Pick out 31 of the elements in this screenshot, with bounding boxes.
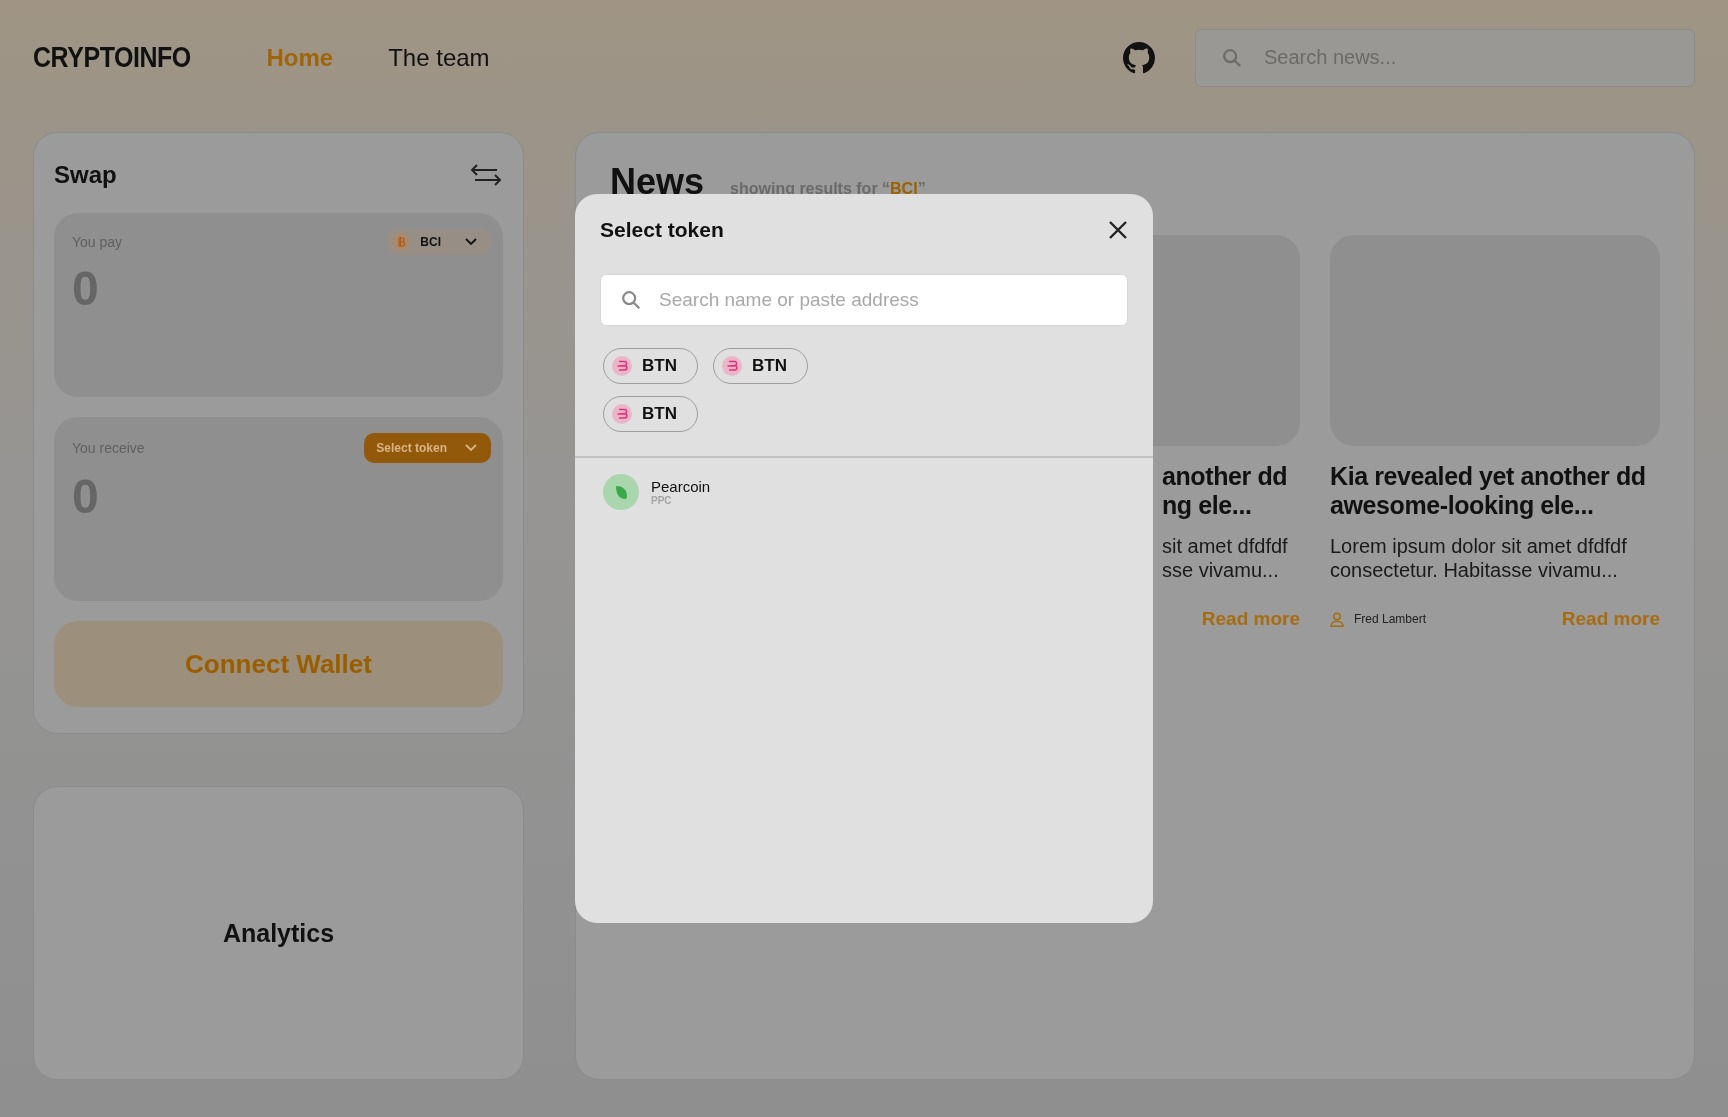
coin-icon <box>722 356 742 376</box>
chevron-down-icon <box>465 238 477 246</box>
author-name: Fred Lambert <box>1354 612 1427 626</box>
logo[interactable]: CRYPTOINFO <box>33 41 191 74</box>
chevron-down-icon <box>465 444 477 452</box>
coin-icon <box>612 404 632 424</box>
token-name[interactable]: Pearcoin <box>651 478 711 495</box>
person-icon <box>1330 611 1344 627</box>
search-icon <box>620 289 642 311</box>
article-excerpt: sse vivamu... <box>1162 558 1280 582</box>
token-select-button[interactable]: BCI <box>386 229 491 255</box>
nav-link[interactable]: The team <box>388 43 490 72</box>
coin-icon <box>612 356 632 376</box>
modal-title: Select token <box>600 218 724 242</box>
close-icon <box>1108 220 1128 240</box>
token-search-field[interactable]: Search name or paste address <box>600 274 1128 326</box>
article-excerpt: sit amet dfdfdf <box>1162 534 1289 558</box>
coin-icon <box>392 233 411 251</box>
article-title[interactable]: ng ele... <box>1162 491 1300 520</box>
article-excerpt: Lorem ipsum dolor sit amet dfdfdf consectetur. Habitasse vivamu... <box>1330 534 1628 582</box>
leaf-icon <box>603 474 639 510</box>
swap-arrows-icon[interactable] <box>469 163 503 187</box>
article-title[interactable]: another dd <box>1162 462 1300 491</box>
token-symbol: PPC <box>651 495 673 506</box>
github-icon[interactable] <box>1123 41 1155 74</box>
card-title: Swap <box>54 161 117 189</box>
article-title[interactable]: Kia revealed yet another dd awesome-looking ele... <box>1330 462 1660 520</box>
close-button[interactable] <box>1108 220 1128 240</box>
news-title: News <box>610 161 705 203</box>
card-title: Analytics <box>222 918 335 948</box>
search-icon <box>1221 46 1243 69</box>
